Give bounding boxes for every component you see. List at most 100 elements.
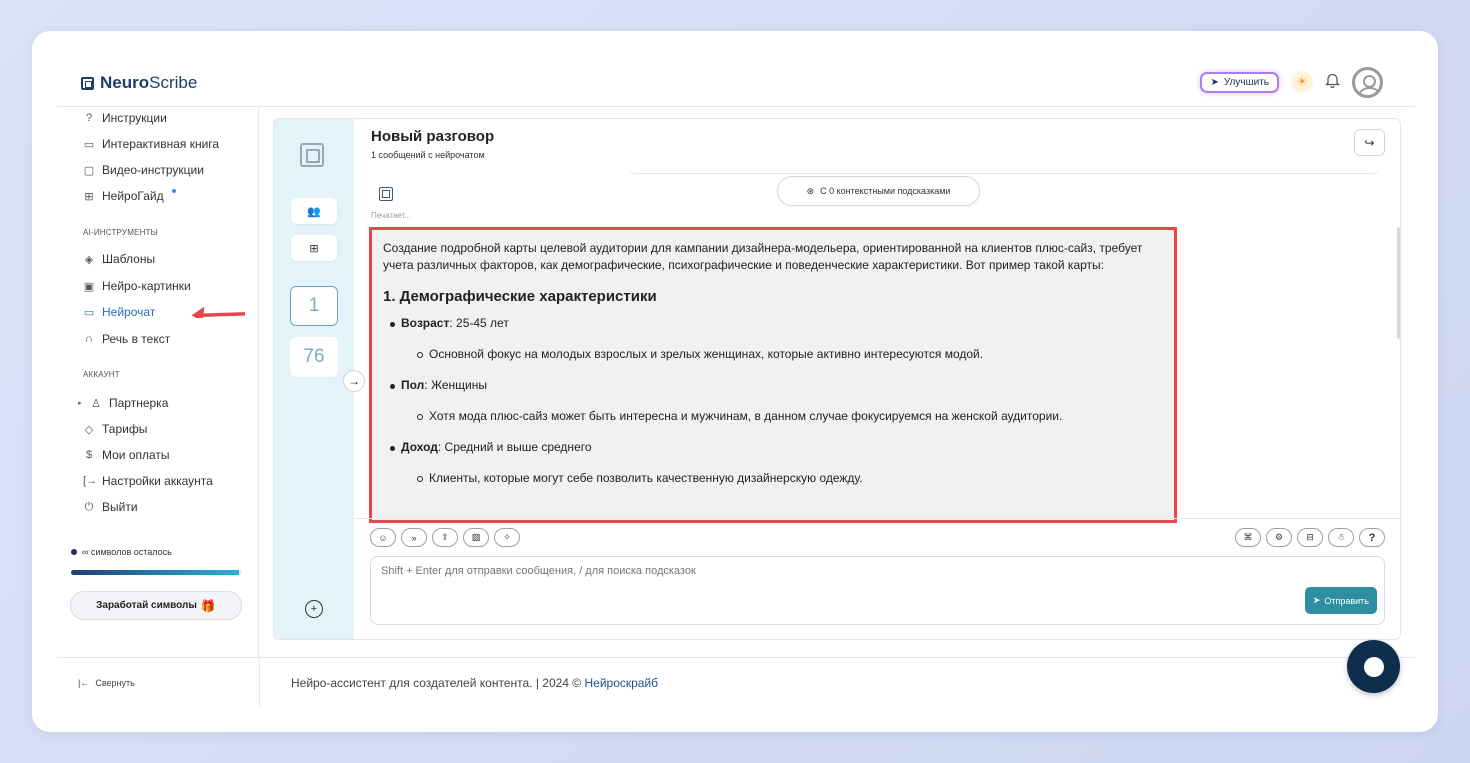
item-label: Доход <box>401 440 438 454</box>
send-icon: ➤ <box>1312 595 1321 605</box>
video-icon: ▢ <box>83 164 95 177</box>
context-hints-pill[interactable]: ⊛ С 0 контекстными подсказками <box>777 176 980 206</box>
emoji-tool-icon[interactable]: ☺ <box>370 528 396 547</box>
sidebar-item-templates[interactable]: ◈ Шаблоны <box>83 252 155 266</box>
footer-copyright: Нейро-ассистент для создателей контента.… <box>291 676 585 690</box>
rail-grid-button[interactable]: ⊞ <box>291 235 337 261</box>
sidebar-item-interactive-book[interactable]: ▭ Интерактивная книга <box>83 137 219 151</box>
symbols-progress-fill <box>71 570 239 575</box>
rail-count-chats[interactable]: 76 <box>290 337 338 377</box>
share-icon: ↪ <box>1364 135 1375 150</box>
item-label: Возраст <box>401 316 450 330</box>
gift-icon: 🎁 <box>200 598 216 613</box>
footer-link[interactable]: Нейроскрайб <box>584 676 658 690</box>
upgrade-button[interactable]: ➤ Улучшить <box>1200 71 1279 93</box>
upgrade-label: Улучшить <box>1223 76 1269 88</box>
header-divider <box>629 168 1379 174</box>
sidebar-item-label: Интерактивная книга <box>102 137 220 151</box>
sidebar-item-logout[interactable]: ⏻ Выйти <box>83 500 138 514</box>
sidebar-item-label: Выйти <box>102 500 138 514</box>
sidebar-item-speech-to-text[interactable]: ∩ Речь в текст <box>83 332 170 346</box>
chat-title: Новый разговор <box>371 128 495 145</box>
footer-text: Нейро-ассистент для создателей контента.… <box>291 676 658 690</box>
sidebar-item-label: Партнерка <box>109 396 169 410</box>
assistant-avatar-icon <box>379 187 393 201</box>
collapse-sidebar-button[interactable]: |← Свернуть <box>78 678 135 688</box>
sidebar-item-partner[interactable]: ▸ ♙ Партнерка <box>77 396 168 410</box>
top-header: NeuroScribe ➤ Улучшить ☀ <box>57 65 1415 107</box>
response-intro: Создание подробной карты целевой аудитор… <box>383 241 1143 272</box>
headphones-icon: ∩ <box>85 333 93 345</box>
hints-label: С 0 контекстными подсказками <box>820 186 951 196</box>
chat-scrollbar[interactable] <box>1397 227 1400 339</box>
share-button[interactable]: ↪ <box>1354 129 1385 156</box>
item-label: Пол <box>401 378 425 392</box>
expand-rail-arrow-icon[interactable]: → <box>343 370 365 392</box>
tag-icon: ◇ <box>84 423 94 436</box>
composer-tools-left: ☺ » ⇪ ▨ ✧ <box>370 528 520 547</box>
brain-icon: ⊛ <box>806 185 815 196</box>
help-circle-icon: ? <box>85 112 93 124</box>
list-item: Доход: Средний и выше среднего <box>383 439 1163 456</box>
footer-divider <box>259 657 260 707</box>
expand-arrow-icon: ▸ <box>78 400 82 407</box>
theme-toggle-sun-icon[interactable]: ☀ <box>1291 71 1313 93</box>
list-subitem: Хотя мода плюс-сайз может быть интересна… <box>383 408 1163 425</box>
collapse-tool-icon[interactable]: » <box>401 528 427 547</box>
sidebar-item-payments[interactable]: $ Мои оплаты <box>83 448 170 462</box>
sidebar-item-neurochat[interactable]: ▭ Нейрочат <box>83 305 156 319</box>
notification-bell-icon[interactable] <box>1324 72 1341 93</box>
send-label: Отправить <box>1324 595 1369 606</box>
sidebar-item-label: Настройки аккаунта <box>102 474 213 488</box>
rail-logo-icon <box>300 143 324 167</box>
settings-tool-icon[interactable]: ⚙ <box>1266 528 1292 547</box>
sidebar-item-video-instructions[interactable]: ▢ Видео-инструкции <box>83 163 204 177</box>
sidebar-item-label: Инструкции <box>102 111 167 125</box>
user-avatar[interactable] <box>1352 66 1383 98</box>
list-item: Пол: Женщины <box>383 377 1163 394</box>
sidebar-item-label: Тарифы <box>102 422 148 436</box>
login-icon: [→ <box>83 475 98 487</box>
response-heading: 1. Демографические характеристики <box>383 288 657 305</box>
message-input[interactable] <box>381 565 1281 585</box>
sidebar-item-label: Нейрочат <box>102 305 156 319</box>
item-value: : Женщины <box>424 378 488 392</box>
earn-symbols-label: Заработай символы <box>96 600 197 611</box>
sidebar-item-account-settings[interactable]: [→ Настройки аккаунта <box>83 474 213 488</box>
book-icon: ▭ <box>83 138 95 151</box>
help-tool-icon[interactable]: ? <box>1359 528 1385 547</box>
chat-rail: 👥 ⊞ 1 76 + <box>274 119 354 639</box>
item-value: : Средний и выше среднего <box>437 440 592 454</box>
list-subitem: Клиенты, которые могут себе позволить ка… <box>383 470 1163 487</box>
sidebar-item-instructions[interactable]: ? Инструкции <box>83 111 167 125</box>
list-subitem: Основной фокус на молодых взрослых и зре… <box>383 346 1163 363</box>
footer: |← Свернуть Нейро-ассистент для создател… <box>57 657 1415 707</box>
sidebar-item-label: НейроГайд <box>102 189 164 203</box>
list-item: Возраст: 25-45 лет <box>383 315 1163 332</box>
image-tool-icon[interactable]: ▨ <box>463 528 489 547</box>
sidebar: ? Инструкции ▭ Интерактивная книга ▢ Вид… <box>57 107 259 657</box>
layout-tool-icon[interactable]: ⊟ <box>1297 528 1323 547</box>
app-logo[interactable]: NeuroScribe <box>81 73 197 93</box>
sidebar-item-label: Видео-инструкции <box>102 163 204 177</box>
rail-count-messages[interactable]: 1 <box>290 286 338 326</box>
sidebar-item-neuroguide[interactable]: ⊞ НейроГайд <box>83 189 176 203</box>
chat-subtitle: 1 сообщений с нейрочатом <box>371 150 485 160</box>
upload-tool-icon[interactable]: ⇪ <box>432 528 458 547</box>
support-chat-button[interactable] <box>1347 640 1400 693</box>
bot-tool-icon[interactable]: ☃ <box>1328 528 1354 547</box>
magic-wand-tool-icon[interactable]: ✧ <box>494 528 520 547</box>
image-icon: ▣ <box>83 280 95 293</box>
typing-indicator: Печатает... <box>371 211 412 220</box>
send-button[interactable]: ➤ Отправить <box>1304 587 1377 614</box>
new-badge-dot <box>171 189 176 193</box>
sidebar-item-neuro-images[interactable]: ▣ Нейро-картинки <box>83 279 191 293</box>
earn-symbols-button[interactable]: Заработай символы 🎁 <box>70 591 242 620</box>
chat-panel: 👥 ⊞ 1 76 + → Новый разговор 1 сообщений … <box>273 118 1401 640</box>
rail-users-button[interactable]: 👥 <box>291 198 337 224</box>
composer-divider <box>354 518 1400 519</box>
plugin-tool-icon[interactable]: ⌘ <box>1235 528 1261 547</box>
composer-tools-right: ⌘ ⚙ ⊟ ☃ ? <box>1235 528 1385 547</box>
sidebar-item-tariffs[interactable]: ◇ Тарифы <box>83 422 148 436</box>
add-chat-icon[interactable]: + <box>305 600 323 618</box>
